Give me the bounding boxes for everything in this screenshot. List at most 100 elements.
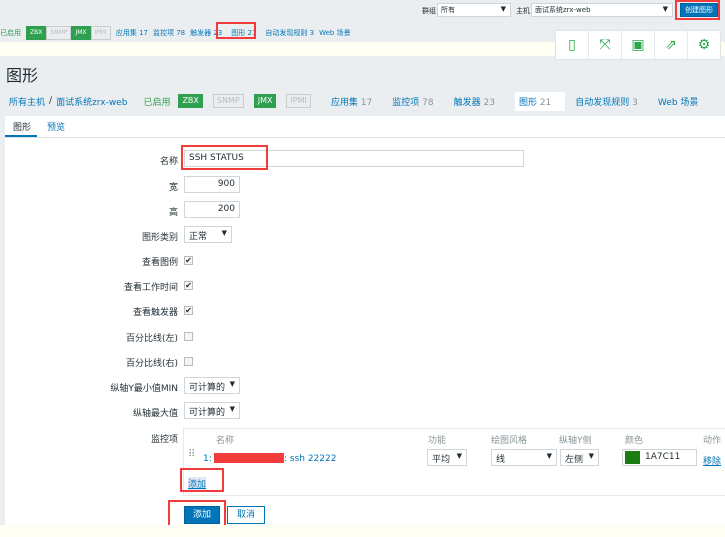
percentile-right-checkbox[interactable] — [184, 357, 193, 366]
cancel-button[interactable]: 取消 — [227, 506, 265, 524]
sub-snmp: SNMP — [46, 26, 72, 40]
col-color: 颜色 — [625, 436, 644, 446]
fullscreen-icon[interactable]: ⤧ — [589, 31, 622, 59]
ymin-select[interactable]: 可计算的 ▼ — [184, 377, 240, 394]
show-triggers-label: 查看触发器 — [132, 308, 178, 318]
remove-item-link[interactable]: 移除 — [703, 454, 721, 467]
gear-icon[interactable]: ⚙ — [688, 31, 720, 59]
chevron-down-icon: ▼ — [500, 5, 506, 13]
chevron-down-icon: ▼ — [546, 452, 552, 460]
highlight-box — [168, 500, 226, 527]
ymax-select[interactable]: 可计算的 ▼ — [184, 402, 240, 419]
chevron-down-icon: ▼ — [229, 380, 235, 388]
breadcrumb-all-hosts[interactable]: 所有主机 — [9, 95, 45, 108]
nav-graphs-count: 21 — [539, 97, 552, 108]
highlight-box — [216, 22, 256, 39]
percentile-right-label: 百分比线(右) — [125, 359, 178, 369]
chevron-down-icon: ▼ — [456, 452, 462, 460]
nav-items-count: 78 — [422, 97, 434, 108]
share-icon[interactable]: ⇗ — [655, 31, 688, 59]
nav-apps-label[interactable]: 应用集 — [331, 98, 358, 108]
percentile-left-checkbox[interactable] — [184, 332, 193, 341]
col-name: 名称 — [216, 436, 235, 446]
highlight-box — [180, 468, 224, 492]
nav-items[interactable]: 监控项 78 — [392, 95, 443, 108]
nav-discovery-count: 3 — [632, 97, 638, 108]
show-worktime-checkbox[interactable]: ✔ — [184, 281, 193, 290]
name-label: 名称 — [159, 157, 178, 167]
sub-web[interactable]: Web 场景 — [319, 28, 351, 38]
nav-web[interactable]: Web 场景 — [658, 95, 698, 108]
tab-graph[interactable]: 图形 — [13, 120, 31, 133]
badge-jmx: JMX — [253, 94, 277, 108]
width-input[interactable]: 900 — [184, 176, 240, 193]
height-input[interactable]: 200 — [184, 201, 240, 218]
color-swatch[interactable] — [625, 451, 640, 464]
badge-snmp: SNMP — [212, 94, 244, 108]
item-yaxis-select[interactable]: 左侧 ▼ — [560, 449, 599, 466]
nav-apps[interactable]: 应用集 17 — [331, 95, 382, 108]
ymin-value: 可计算的 — [189, 383, 226, 393]
host-label: 主机 — [516, 7, 530, 15]
host-value: 面试系统zrx-web — [535, 6, 591, 14]
icon-toolbar: ▯ ⤧ ▣ ⇗ ⚙ — [555, 30, 721, 60]
highlight-box — [675, 0, 720, 20]
group-label: 群组 — [422, 7, 436, 15]
breadcrumb-sep: / — [49, 96, 53, 106]
ymax-value: 可计算的 — [189, 408, 226, 418]
show-legend-label: 查看图例 — [141, 258, 178, 268]
highlight-box — [181, 145, 268, 170]
group-select[interactable]: 所有 ▼ — [437, 3, 511, 17]
drag-handle-icon[interactable]: ⠿ — [188, 449, 195, 460]
status-enabled[interactable]: 已启用 — [143, 95, 170, 108]
nav-apps-count: 17 — [360, 97, 373, 108]
nav-graphs[interactable]: 图形 21 — [514, 91, 566, 111]
col-function: 功能 — [428, 436, 447, 446]
sub-zbx: ZBX — [26, 26, 47, 40]
nav-discovery-label[interactable]: 自动发现规则 — [575, 98, 629, 108]
show-legend-checkbox[interactable]: ✔ — [184, 256, 193, 265]
host-nav: 所有主机 / 面试系统zrx-web 已启用 ZBX SNMP JMX IPMI 应用… — [0, 91, 725, 111]
ymin-label: 纵轴Y最小值MIN — [110, 384, 178, 394]
badge-zbx: ZBX — [178, 94, 203, 108]
col-action: 动作 — [703, 436, 722, 446]
sub-jmx: JMX — [71, 26, 91, 40]
col-y-axis: 纵轴Y侧 — [559, 436, 592, 446]
nav-triggers-label[interactable]: 触发器 — [454, 98, 481, 108]
item-style-select[interactable]: 线 ▼ — [491, 449, 557, 466]
ymax-label: 纵轴最大值 — [132, 409, 178, 419]
host-select[interactable]: 面试系统zrx-web ▼ — [531, 3, 673, 17]
tab-bar: 图形 预览 — [5, 116, 73, 136]
mobile-icon[interactable]: ▯ — [556, 31, 589, 59]
sub-items[interactable]: 监控项 78 — [153, 28, 185, 38]
graph-type-select[interactable]: 正常 ▼ — [184, 226, 232, 243]
save-icon[interactable]: ▣ — [622, 31, 655, 59]
items-label: 监控项 — [150, 435, 178, 445]
nav-items-label[interactable]: 监控项 — [392, 98, 419, 108]
sub-apps[interactable]: 应用集 17 — [116, 28, 148, 38]
nav-graphs-label[interactable]: 图形 — [519, 98, 537, 108]
percentile-left-label: 百分比线(左) — [125, 334, 178, 344]
breadcrumb-host[interactable]: 面试系统zrx-web — [56, 95, 127, 108]
item-index: 1: — [203, 454, 212, 464]
sub-ipmi: IPMI — [90, 26, 111, 40]
graph-type-label: 图形类别 — [141, 233, 178, 243]
nav-discovery[interactable]: 自动发现规则 3 — [575, 95, 648, 108]
item-name-link[interactable]: : ssh 22222 — [284, 454, 336, 464]
tab-divider — [5, 137, 725, 138]
width-label: 宽 — [168, 183, 178, 193]
nav-triggers[interactable]: 触发器 23 — [454, 95, 505, 108]
item-function-value: 平均 — [432, 455, 451, 465]
sub-discovery[interactable]: 自动发现规则 3 — [265, 28, 314, 38]
item-function-select[interactable]: 平均 ▼ — [427, 449, 467, 466]
redacted-host — [214, 453, 284, 463]
footer-bar — [0, 525, 725, 537]
nav-triggers-count: 23 — [483, 97, 495, 108]
chevron-down-icon: ▼ — [229, 405, 235, 413]
tab-preview[interactable]: 预览 — [47, 120, 65, 133]
show-triggers-checkbox[interactable]: ✔ — [184, 306, 193, 315]
item-style-value: 线 — [496, 455, 506, 465]
badge-ipmi: IPMI — [286, 94, 311, 108]
chevron-down-icon: ▼ — [662, 5, 668, 13]
item-yaxis-value: 左侧 — [565, 455, 584, 465]
